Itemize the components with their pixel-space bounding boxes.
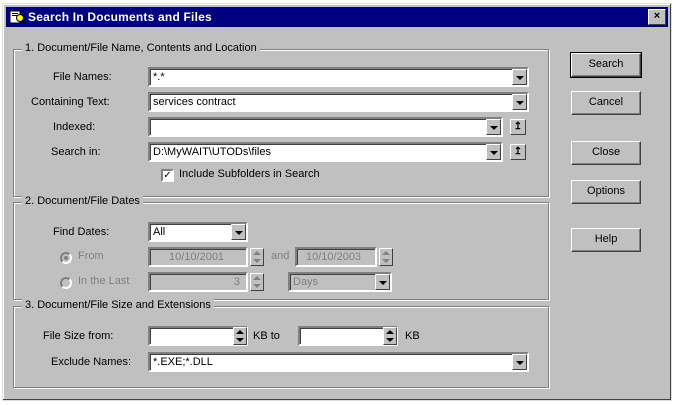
group-legend-3: 3. Document/File Size and Extensions	[22, 299, 214, 311]
search-in-label: Search in:	[51, 146, 101, 158]
in-the-last-radio[interactable]	[60, 277, 72, 289]
search-in-value: D:\MyWAIT\UTODs\files	[153, 146, 271, 158]
app-icon	[9, 10, 25, 25]
from-date-value: 10/10/2001	[169, 251, 225, 263]
browse-folder-icon[interactable]: ↥	[510, 144, 526, 160]
from-date-spinner[interactable]	[250, 248, 264, 266]
cancel-button[interactable]: Cancel	[571, 91, 641, 115]
find-dates-value: All	[153, 226, 166, 238]
and-label: and	[271, 250, 290, 262]
chevron-down-icon[interactable]	[512, 69, 527, 85]
chevron-down-icon[interactable]	[512, 94, 527, 110]
in-the-last-spinner[interactable]	[250, 273, 264, 291]
from-date-field[interactable]: 10/10/2001	[148, 247, 248, 267]
in-the-last-unit-value: Days	[293, 276, 319, 288]
chevron-down-icon[interactable]	[486, 119, 501, 135]
to-date-field[interactable]: 10/10/2003	[295, 247, 377, 267]
include-subfolders-label: Include Subfolders in Search	[179, 168, 320, 180]
close-button[interactable]: Close	[571, 141, 641, 165]
kb-unit-label: KB	[405, 330, 420, 342]
containing-text-label: Containing Text:	[31, 96, 110, 108]
in-the-last-count[interactable]: 3	[148, 272, 248, 292]
from-radio[interactable]	[60, 252, 72, 264]
in-the-last-label: In the Last	[78, 275, 130, 287]
exclude-names-label: Exclude Names:	[51, 356, 132, 368]
find-dates-label: Find Dates:	[53, 226, 110, 238]
search-dialog: Search In Documents and Files × 1. Docum…	[2, 3, 672, 401]
window-title: Search In Documents and Files	[28, 10, 212, 24]
search-button[interactable]: Search	[570, 52, 642, 78]
chevron-down-icon[interactable]	[486, 144, 501, 160]
close-icon[interactable]: ×	[648, 9, 666, 25]
kb-to-label: KB to	[253, 330, 280, 342]
chevron-down-icon[interactable]	[375, 274, 390, 290]
file-size-to-spinner[interactable]	[383, 327, 397, 345]
file-names-combo[interactable]: *.*	[148, 67, 529, 87]
containing-text-value: services contract	[153, 96, 236, 108]
in-the-last-count-value: 3	[233, 276, 240, 288]
file-size-label: File Size from:	[43, 330, 114, 342]
indexed-combo[interactable]	[148, 117, 503, 137]
search-in-combo[interactable]: D:\MyWAIT\UTODs\files	[148, 142, 503, 162]
help-button[interactable]: Help	[571, 228, 641, 252]
file-names-label: File Names:	[53, 71, 112, 83]
file-size-from-spinner[interactable]	[233, 327, 247, 345]
group-legend-2: 2. Document/File Dates	[22, 195, 143, 207]
file-names-value: *.*	[153, 71, 165, 83]
group-size-extensions: 3. Document/File Size and Extensions	[13, 299, 549, 388]
include-subfolders-checkbox[interactable]: ✓	[161, 169, 174, 182]
in-the-last-unit-select[interactable]: Days	[288, 272, 392, 292]
indexed-label: Indexed:	[53, 121, 96, 133]
title-bar: Search In Documents and Files ×	[6, 7, 668, 27]
containing-text-combo[interactable]: services contract	[148, 92, 529, 112]
exclude-names-value: *.EXE;*.DLL	[153, 356, 213, 368]
options-button[interactable]: Options	[571, 180, 641, 204]
browse-indexed-icon[interactable]: ↥	[510, 119, 526, 135]
find-dates-select[interactable]: All	[148, 222, 248, 242]
to-date-spinner[interactable]	[379, 248, 393, 266]
exclude-names-combo[interactable]: *.EXE;*.DLL	[148, 352, 529, 372]
chevron-down-icon[interactable]	[231, 224, 246, 240]
chevron-down-icon[interactable]	[512, 354, 527, 370]
from-label: From	[78, 250, 104, 262]
to-date-value: 10/10/2003	[306, 251, 362, 263]
group-legend-1: 1. Document/File Name, Contents and Loca…	[22, 42, 260, 54]
